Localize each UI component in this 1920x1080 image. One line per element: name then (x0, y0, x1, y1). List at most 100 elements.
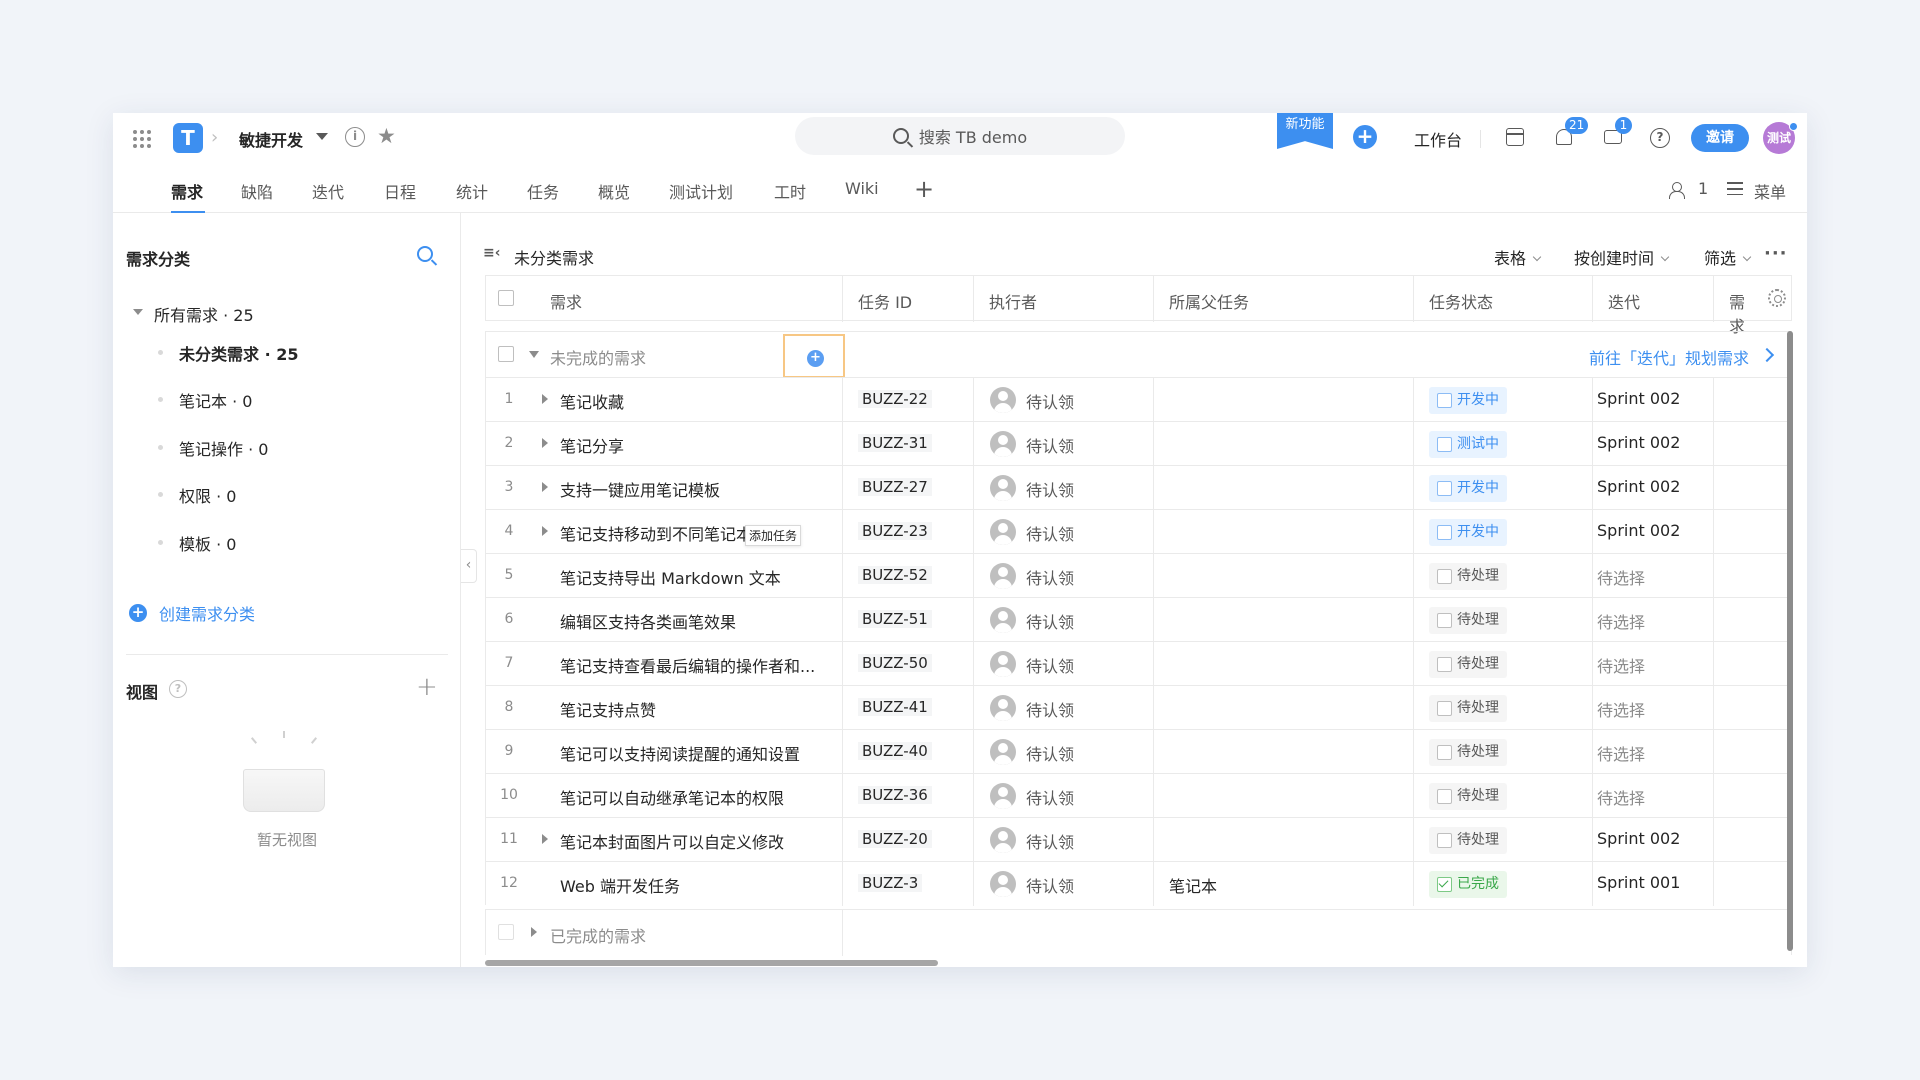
table-row[interactable]: 3 支持一键应用笔记模板 BUZZ-27 待认领 开发中 Sprint 002 (485, 465, 1792, 510)
status-badge[interactable]: 开发中 (1429, 475, 1507, 502)
filter-dropdown[interactable]: 筛选 (1704, 245, 1752, 269)
table-row[interactable]: 11 笔记本封面图片可以自定义修改 BUZZ-20 待认领 待处理 Sprint 002 (485, 817, 1792, 862)
table-row[interactable]: 7 笔记支持查看最后编辑的操作者和... BUZZ-50 待认领 待处理 待选择 (485, 641, 1792, 686)
tab-statistics[interactable]: 统计 (456, 179, 488, 203)
assignee[interactable]: 待认领 (1026, 785, 1074, 809)
sidebar-item-note-ops[interactable]: 笔记操作 · 0 (179, 436, 268, 460)
sidebar-item-all[interactable]: 所有需求 · 25 (154, 302, 254, 326)
assignee[interactable]: 待认领 (1026, 653, 1074, 677)
table-row[interactable]: 5 笔记支持导出 Markdown 文本 BUZZ-52 待认领 待处理 待选择 (485, 553, 1792, 598)
user-avatar-icon[interactable] (990, 607, 1016, 633)
sidebar-item-notebook[interactable]: 笔记本 · 0 (179, 388, 252, 412)
sidebar-item-permissions[interactable]: 权限 · 0 (179, 483, 236, 507)
caret-down-icon[interactable] (133, 309, 143, 315)
user-avatar-icon[interactable] (990, 695, 1016, 721)
view-mode-dropdown[interactable]: 表格 (1494, 245, 1542, 269)
assignee[interactable]: 待认领 (1026, 565, 1074, 589)
more-options-icon[interactable]: ··· (1764, 243, 1788, 264)
requirement-title[interactable]: 笔记本封面图片可以自定义修改 (560, 829, 784, 853)
member-count[interactable]: 1 (1698, 179, 1708, 198)
sort-dropdown[interactable]: 按创建时间 (1574, 245, 1670, 269)
status-badge[interactable]: 待处理 (1429, 783, 1507, 810)
new-feature-ribbon[interactable]: 新功能 (1277, 113, 1333, 149)
help-icon[interactable]: ? (1650, 128, 1670, 148)
status-badge[interactable]: 待处理 (1429, 739, 1507, 766)
user-avatar-icon[interactable] (990, 563, 1016, 589)
status-badge[interactable]: 待处理 (1429, 827, 1507, 854)
menu-button[interactable]: 菜单 (1754, 179, 1786, 203)
status-badge[interactable]: 开发中 (1429, 519, 1507, 546)
status-badge[interactable]: 待处理 (1429, 651, 1507, 678)
sprint-cell[interactable]: Sprint 002 (1597, 389, 1680, 408)
workbench-link[interactable]: 工作台 (1414, 127, 1462, 151)
user-avatar-icon[interactable] (990, 871, 1016, 897)
assignee[interactable]: 待认领 (1026, 873, 1074, 897)
table-row[interactable]: 8 笔记支持点赞 BUZZ-41 待认领 待处理 待选择 (485, 685, 1792, 730)
help-icon[interactable]: ? (169, 680, 187, 698)
sprint-cell[interactable]: 待选择 (1597, 785, 1645, 809)
user-avatar-icon[interactable] (990, 431, 1016, 457)
assignee[interactable]: 待认领 (1026, 477, 1074, 501)
add-task-button[interactable]: + (783, 334, 845, 378)
status-badge[interactable]: 待处理 (1429, 695, 1507, 722)
requirement-title[interactable]: 编辑区支持各类画笔效果 (560, 609, 736, 633)
tab-defects[interactable]: 缺陷 (241, 179, 273, 203)
requirement-title[interactable]: 笔记支持点赞 (560, 697, 656, 721)
column-header-id[interactable]: 任务 ID (858, 289, 912, 313)
sprint-cell[interactable]: 待选择 (1597, 741, 1645, 765)
vertical-scrollbar[interactable] (1787, 331, 1793, 951)
column-header-status[interactable]: 任务状态 (1429, 289, 1493, 313)
sprint-cell[interactable]: Sprint 002 (1597, 521, 1680, 540)
sprint-cell[interactable]: 待选择 (1597, 653, 1645, 677)
chevron-right-icon[interactable] (1759, 347, 1775, 363)
column-settings-icon[interactable] (1768, 289, 1786, 307)
app-logo[interactable]: T (173, 123, 203, 153)
sprint-cell[interactable]: 待选择 (1597, 609, 1645, 633)
column-header-title[interactable]: 需求 (550, 289, 582, 313)
table-row[interactable]: 6 编辑区支持各类画笔效果 BUZZ-51 待认领 待处理 待选择 (485, 597, 1792, 642)
status-badge[interactable]: 开发中 (1429, 387, 1507, 414)
table-row[interactable]: 12 Web 端开发任务 BUZZ-3 待认领 笔记本 已完成 Sprint 001 (485, 861, 1792, 906)
invite-button[interactable]: 邀请 (1691, 124, 1749, 152)
assignee[interactable]: 待认领 (1026, 433, 1074, 457)
tab-requirements[interactable]: 需求 (171, 179, 203, 203)
requirement-title[interactable]: 笔记分享 (560, 433, 624, 457)
tab-overview[interactable]: 概览 (598, 179, 630, 203)
user-avatar-icon[interactable] (990, 739, 1016, 765)
parent-task[interactable]: 笔记本 (1169, 873, 1217, 897)
requirement-title[interactable]: 支持一键应用笔记模板 (560, 477, 720, 501)
requirement-title[interactable]: 笔记支持查看最后编辑的操作者和... (560, 653, 815, 677)
table-row[interactable]: 9 笔记可以支持阅读提醒的通知设置 BUZZ-40 待认领 待处理 待选择 (485, 729, 1792, 774)
assignee[interactable]: 待认领 (1026, 609, 1074, 633)
tab-tasks[interactable]: 任务 (527, 179, 559, 203)
members-icon[interactable] (1668, 182, 1685, 199)
caret-down-icon[interactable] (529, 351, 539, 358)
group-checkbox[interactable] (498, 346, 514, 362)
project-dropdown-icon[interactable] (316, 133, 328, 140)
requirement-title[interactable]: 笔记可以支持阅读提醒的通知设置 (560, 741, 800, 765)
tab-schedule[interactable]: 日程 (384, 179, 416, 203)
assignee[interactable]: 待认领 (1026, 389, 1074, 413)
caret-right-icon[interactable] (531, 927, 537, 937)
user-avatar-icon[interactable] (990, 387, 1016, 413)
project-name[interactable]: 敏捷开发 (239, 127, 303, 151)
sprint-cell[interactable]: 待选择 (1597, 697, 1645, 721)
calendar-icon[interactable] (1506, 128, 1524, 146)
expand-caret-icon[interactable] (542, 394, 548, 404)
assignee[interactable]: 待认领 (1026, 829, 1074, 853)
apps-grid-icon[interactable] (133, 130, 151, 148)
search-icon[interactable] (417, 246, 433, 262)
expand-caret-icon[interactable] (542, 438, 548, 448)
table-row[interactable]: 4 笔记支持移动到不同笔记本 BUZZ-23 待认领 开发中 Sprint 002 (485, 509, 1792, 554)
requirement-title[interactable]: Web 端开发任务 (560, 873, 680, 897)
user-avatar-icon[interactable] (990, 651, 1016, 677)
sprint-cell[interactable]: Sprint 002 (1597, 829, 1680, 848)
requirement-title[interactable]: 笔记支持移动到不同笔记本 (560, 521, 752, 545)
collapse-list-icon[interactable]: ≡‹ (483, 245, 501, 261)
expand-caret-icon[interactable] (542, 482, 548, 492)
add-view-icon[interactable]: + (416, 672, 438, 702)
sprint-cell[interactable]: 待选择 (1597, 565, 1645, 589)
column-header-requirement[interactable]: 需求 (1729, 289, 1759, 337)
expand-caret-icon[interactable] (542, 526, 548, 536)
requirement-title[interactable]: 笔记收藏 (560, 389, 624, 413)
